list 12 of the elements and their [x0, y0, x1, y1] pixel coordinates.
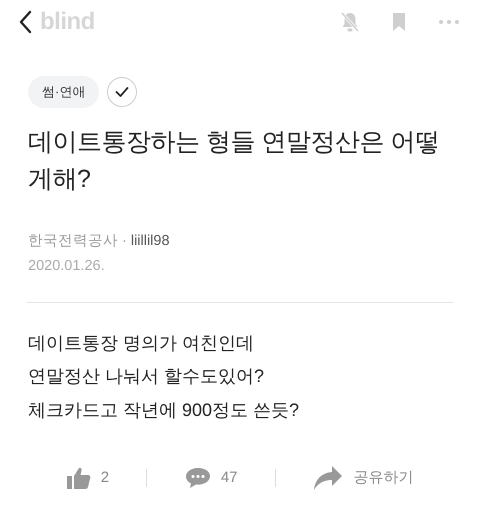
post-date: 2020.01.26.: [28, 257, 106, 276]
body-text-line: 체크카드고 작년에 900정도 쓴듯?: [28, 398, 300, 422]
separator-dot: ·: [122, 232, 127, 250]
author-nickname[interactable]: liillil98: [130, 230, 170, 252]
share-button[interactable]: 공유하기: [313, 464, 414, 491]
body-text-line: 연말정산 나눠서 할수도있어?: [28, 365, 266, 388]
comment-button[interactable]: 47: [184, 466, 238, 490]
category-chip[interactable]: 썸·연애: [28, 76, 100, 108]
company-name: 한국전력공사: [28, 232, 118, 250]
post-title: 데이트통장하는 형들 연말정산은 어떻게해?: [28, 126, 440, 195]
body-text-line: 데이트통장 명의가 여친인데: [28, 332, 256, 355]
like-button[interactable]: 2: [66, 466, 110, 490]
